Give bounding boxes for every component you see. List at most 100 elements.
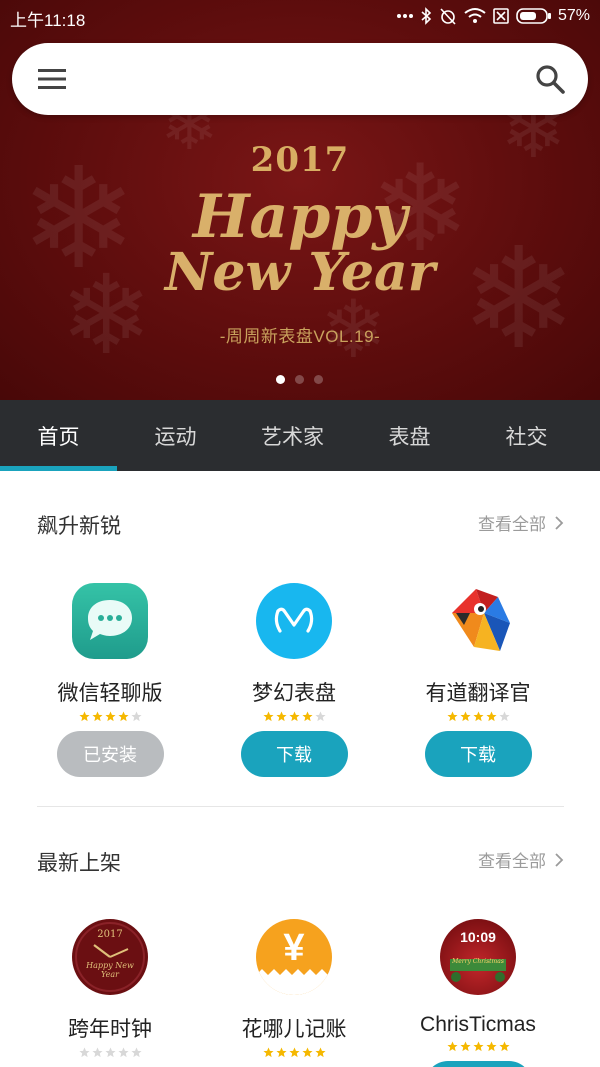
tab-social[interactable]: 社交 (468, 400, 585, 471)
section-divider (37, 806, 564, 807)
star-icon (275, 711, 287, 722)
star-icon (498, 711, 510, 722)
app-name: 花哪儿记账 (241, 1017, 347, 1041)
see-all-link[interactable]: 查看全部 (478, 510, 564, 535)
hamburger-menu-icon[interactable] (38, 67, 66, 91)
category-tabs: 首页 运动 艺术家 表盘 社交 (0, 400, 600, 471)
download-button[interactable]: 下载 (424, 731, 532, 777)
app-name: 跨年时钟 (68, 1017, 152, 1041)
snowflake-decoration: ❄ (460, 218, 578, 381)
star-icon (288, 711, 300, 722)
star-icon (91, 1047, 103, 1058)
main-content: 飙升新锐 查看全部 微信轻聊版 已安装 梦幻表盘 下载 有道翻译官 下载 最新上… (0, 471, 600, 1067)
star-rating (199, 1047, 389, 1059)
see-all-link[interactable]: 查看全部 (478, 847, 564, 872)
bluetooth-icon (421, 7, 432, 25)
tab-home[interactable]: 首页 (0, 400, 117, 471)
star-icon (485, 711, 497, 722)
app-card[interactable]: 10:09 Merry Christmas ChrisTicmas (383, 919, 573, 1067)
app-card[interactable]: 2017 Happy New Year 跨年时钟 (15, 919, 205, 1067)
section-title: 最新上架 (37, 851, 121, 875)
tab-artists[interactable]: 艺术家 (234, 400, 351, 471)
star-icon (472, 1041, 484, 1052)
star-icon (262, 1047, 274, 1058)
banner-artwork: 2017 Happy New Year -周周新表盘VOL.19- (150, 140, 450, 370)
section-title: 飙升新锐 (37, 514, 121, 538)
star-rating (383, 1041, 573, 1053)
yuan-ledger-icon: ¥ (256, 919, 332, 995)
see-all-label: 查看全部 (478, 852, 546, 872)
more-dots-icon (396, 14, 413, 18)
star-icon (78, 1047, 90, 1058)
star-icon (472, 711, 484, 722)
star-icon (275, 1047, 287, 1058)
carousel-dot[interactable] (276, 375, 285, 384)
star-icon (117, 1047, 129, 1058)
carousel-dot[interactable] (314, 375, 323, 384)
clock-year: 2017 (97, 929, 123, 940)
battery-percent: 57% (557, 7, 590, 24)
banner-happy-text: Happy (192, 182, 408, 252)
star-icon (498, 1041, 510, 1052)
download-button[interactable] (424, 1061, 532, 1067)
banner-subtitle: -周周新表盘VOL.19- (219, 327, 381, 346)
wifi-icon (464, 8, 486, 23)
star-icon (301, 1047, 313, 1058)
watch-time: 10:09 (460, 929, 496, 945)
star-rating (383, 711, 573, 723)
star-icon (91, 711, 103, 722)
star-icon (78, 711, 90, 722)
star-icon (446, 711, 458, 722)
watch-banner-text: Merry Christmas (452, 958, 504, 965)
wechat-chat-icon (72, 583, 148, 659)
see-all-label: 查看全部 (478, 515, 546, 535)
star-icon (288, 1047, 300, 1058)
app-name: 微信轻聊版 (57, 681, 163, 705)
app-card[interactable]: 微信轻聊版 已安装 (15, 583, 205, 777)
star-icon (130, 711, 142, 722)
star-icon (104, 1047, 116, 1058)
star-icon (314, 711, 326, 722)
chevron-right-icon (555, 515, 564, 530)
yuan-symbol: ¥ (283, 927, 305, 969)
search-icon[interactable] (534, 63, 566, 95)
star-icon (459, 711, 471, 722)
snowflake-decoration: ❄ (60, 251, 153, 379)
app-name: 有道翻译官 (425, 681, 531, 705)
status-bar: 上午11:18 57% (0, 0, 600, 32)
tab-sports[interactable]: 运动 (117, 400, 234, 471)
star-rating (15, 1047, 205, 1059)
app-name: ChrisTicmas (420, 1013, 536, 1036)
star-icon (301, 711, 313, 722)
star-icon (314, 1047, 326, 1058)
download-button[interactable]: 下载 (240, 731, 348, 777)
search-bar[interactable] (12, 43, 588, 115)
youdao-bird-icon (440, 583, 516, 659)
app-name: 梦幻表盘 (252, 681, 336, 705)
star-icon (117, 711, 129, 722)
star-icon (459, 1041, 471, 1052)
hero-banner[interactable]: ❄ ❄ ❄ ❄ ❄ ❄ ❄ 上午11:18 57% 2017 Happy New… (0, 0, 600, 400)
dream-watchface-icon (256, 583, 332, 659)
carousel-indicator (276, 375, 323, 384)
banner-new-year-text: New Year (164, 242, 436, 303)
star-icon (262, 711, 274, 722)
clock-text: Happy New Year (86, 961, 134, 979)
star-icon (485, 1041, 497, 1052)
installed-button[interactable]: 已安装 (56, 731, 164, 777)
star-rating (199, 711, 389, 723)
status-time: 上午11:18 (10, 11, 86, 30)
battery-icon (516, 8, 551, 24)
alarm-off-icon (440, 8, 456, 25)
tab-watchfaces[interactable]: 表盘 (351, 400, 468, 471)
newyear-clock-icon: 2017 Happy New Year (72, 919, 148, 995)
app-card[interactable]: 梦幻表盘 下载 (199, 583, 389, 777)
star-icon (104, 711, 116, 722)
app-card[interactable]: 有道翻译官 下载 (383, 583, 573, 777)
banner-year: 2017 (250, 140, 350, 180)
star-icon (446, 1041, 458, 1052)
status-icons: 57% (396, 4, 590, 28)
app-card[interactable]: ¥ 花哪儿记账 (199, 919, 389, 1067)
carousel-dot[interactable] (295, 375, 304, 384)
chevron-right-icon (555, 852, 564, 867)
